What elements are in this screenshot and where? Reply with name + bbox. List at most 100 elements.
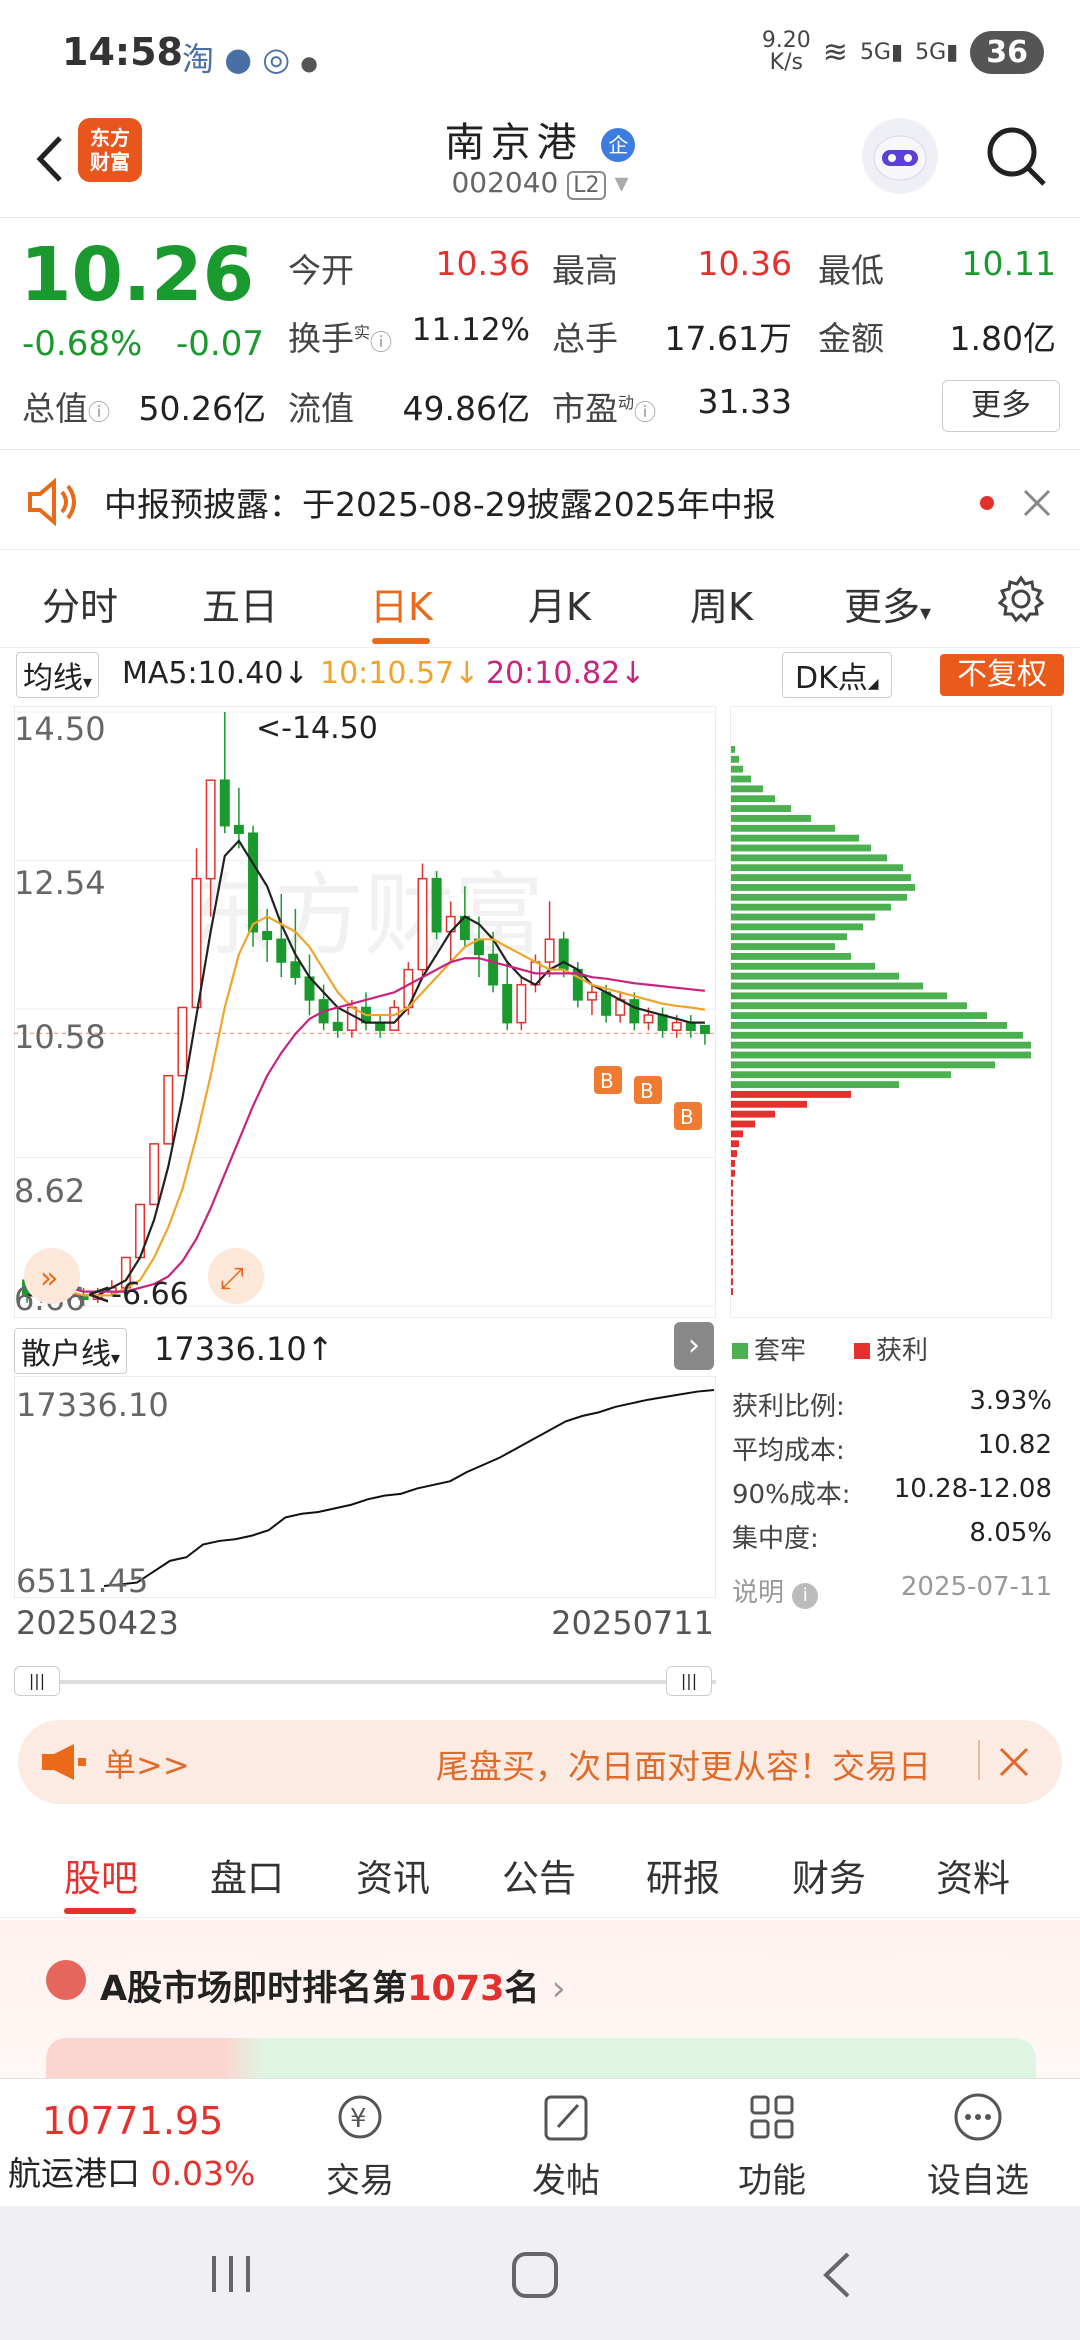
tab-research[interactable]: 研报	[646, 1848, 720, 1902]
tab-finance[interactable]: 财务	[792, 1848, 866, 1902]
chip-bar	[731, 1229, 733, 1236]
pe-label: 市盈动ⓘ	[552, 389, 657, 428]
chip-bar	[731, 923, 863, 931]
slider-handle-right[interactable]: |||	[666, 1666, 712, 1696]
svg-text:¥: ¥	[350, 2104, 367, 2134]
range-slider[interactable]: ||| |||	[14, 1666, 716, 1696]
wifi-icon: ≋	[822, 34, 848, 70]
tab-weekly-k[interactable]: 周K	[690, 576, 753, 631]
candlestick-chart[interactable]: 东方财富 14.50 12.54 10.58 8.62 6.66 <-14.50…	[14, 706, 716, 1318]
candle-body	[375, 1021, 386, 1031]
active-tab-indicator	[372, 638, 430, 644]
dropdown-icon: ▾	[83, 672, 93, 693]
note-row[interactable]: 说明 i 2025-07-11	[732, 1572, 1052, 1612]
chip-bar	[731, 1012, 987, 1019]
function-button[interactable]: 功能	[712, 2091, 832, 2202]
chevron-right-icon[interactable]: ›	[674, 1322, 714, 1370]
candle-body	[248, 832, 259, 933]
min-price-marker: <-6.66	[86, 1277, 189, 1312]
close-icon[interactable]	[1022, 488, 1052, 518]
dk-point-selector[interactable]: DK点◢	[782, 652, 892, 698]
chip-bar	[731, 1248, 733, 1256]
tab-news[interactable]: 资讯	[356, 1848, 430, 1902]
market-cap-value: 50.26亿	[138, 389, 266, 428]
chip-bar	[731, 834, 859, 842]
gear-icon[interactable]	[996, 574, 1046, 624]
chip-bar	[731, 1100, 807, 1108]
tab-pankou[interactable]: 盘口	[210, 1848, 284, 1902]
candle-body	[699, 1024, 710, 1034]
tab-monthly-k[interactable]: 月K	[528, 576, 591, 631]
recent-apps-icon[interactable]	[206, 2252, 256, 2296]
trade-button[interactable]: ¥ 交易	[300, 2091, 420, 2202]
chip-bar	[731, 903, 891, 911]
chip-bar	[731, 1061, 995, 1069]
info-icon: ⓘ	[88, 401, 111, 426]
index-value[interactable]: 10771.95	[42, 2099, 223, 2143]
adjust-button[interactable]: 不复权	[940, 654, 1064, 696]
active-tab-indicator	[64, 1908, 136, 1914]
chip-bar	[731, 874, 911, 881]
info-icon: ⓘ	[634, 401, 657, 426]
back-nav-icon[interactable]	[818, 2250, 858, 2300]
tab-more[interactable]: 更多▾	[844, 576, 931, 631]
chip-bar	[731, 1219, 733, 1226]
chip-bar	[731, 815, 811, 822]
candle-body	[516, 984, 527, 1024]
index-name[interactable]: 航运港口 0.03%	[8, 2147, 255, 2195]
indicator-selector[interactable]: 均线▾	[16, 652, 100, 698]
home-icon[interactable]	[510, 2250, 560, 2300]
amount-value: 1.80亿	[949, 319, 1056, 358]
rank-card[interactable]: A股市场即时排名第1073名 ›	[0, 1920, 1080, 2080]
tab-intraday[interactable]: 分时	[42, 576, 118, 631]
chip-bar	[731, 893, 907, 901]
chip-bar	[731, 1081, 899, 1088]
chip-bar	[731, 864, 903, 872]
candle-body	[643, 1014, 654, 1024]
chip-bar	[731, 785, 763, 793]
legend-profit: 获利	[854, 1330, 928, 1367]
close-icon[interactable]	[998, 1746, 1030, 1778]
edit-icon	[544, 2095, 588, 2141]
chip-bar	[731, 962, 875, 970]
more-button[interactable]: 更多	[942, 380, 1060, 432]
promo-text: 尾盘买，次日面对更从容！交易日	[436, 1747, 931, 1786]
slider-handle-left[interactable]: |||	[14, 1666, 60, 1696]
y-tick: 6511.45	[16, 1562, 148, 1598]
candle-body	[233, 824, 244, 834]
chip-bar	[731, 824, 835, 832]
promo-banner[interactable]: 单>> 尾盘买，次日面对更从容！交易日	[18, 1720, 1062, 1804]
notification-icons: 淘 ● ◎ ●	[182, 34, 318, 80]
open-label: 今开	[288, 251, 354, 290]
tab-daily-k[interactable]: 日K	[370, 576, 433, 631]
retail-line-chart[interactable]: 17336.10 6511.45	[14, 1376, 716, 1598]
chip-bar	[731, 1169, 735, 1177]
compass-icon: ◎	[262, 40, 291, 78]
tab-profile[interactable]: 资料	[936, 1848, 1010, 1902]
chip-bar	[731, 953, 851, 960]
robot-assistant-icon[interactable]	[862, 118, 938, 194]
net-speed: 9.20 K/s	[761, 28, 811, 75]
tab-five-day[interactable]: 五日	[202, 576, 278, 631]
sub-indicator-selector[interactable]: 散户线▾	[14, 1328, 128, 1374]
search-icon[interactable]	[984, 124, 1050, 190]
volume-value: 17.61万	[664, 319, 792, 358]
chip-bar	[731, 982, 923, 990]
chip-bar	[731, 1041, 1031, 1049]
ma10-value: 10:10.57↓	[320, 656, 480, 691]
post-button[interactable]: 发帖	[506, 2091, 626, 2202]
more-circle-icon	[954, 2093, 1002, 2141]
x-tick: 20250423	[16, 1604, 179, 1642]
rank-icon	[46, 1960, 86, 2000]
chip-bar	[731, 1238, 733, 1246]
chip-bar	[731, 1268, 733, 1276]
signal-icon-2: 5G▮	[915, 39, 959, 65]
tab-announcements[interactable]: 公告	[502, 1848, 576, 1902]
chip-bar	[731, 1091, 851, 1098]
add-watchlist-button[interactable]: 设自选	[918, 2091, 1038, 2202]
y-tick: 14.50	[14, 710, 106, 748]
tab-guba[interactable]: 股吧	[64, 1848, 138, 1902]
more-dot-icon: ●	[300, 51, 318, 75]
notice-bar[interactable]: 中报预披露：于2025-08-29披露2025年中报	[0, 452, 1080, 550]
svg-text:⤢: ⤢	[220, 1261, 244, 1296]
